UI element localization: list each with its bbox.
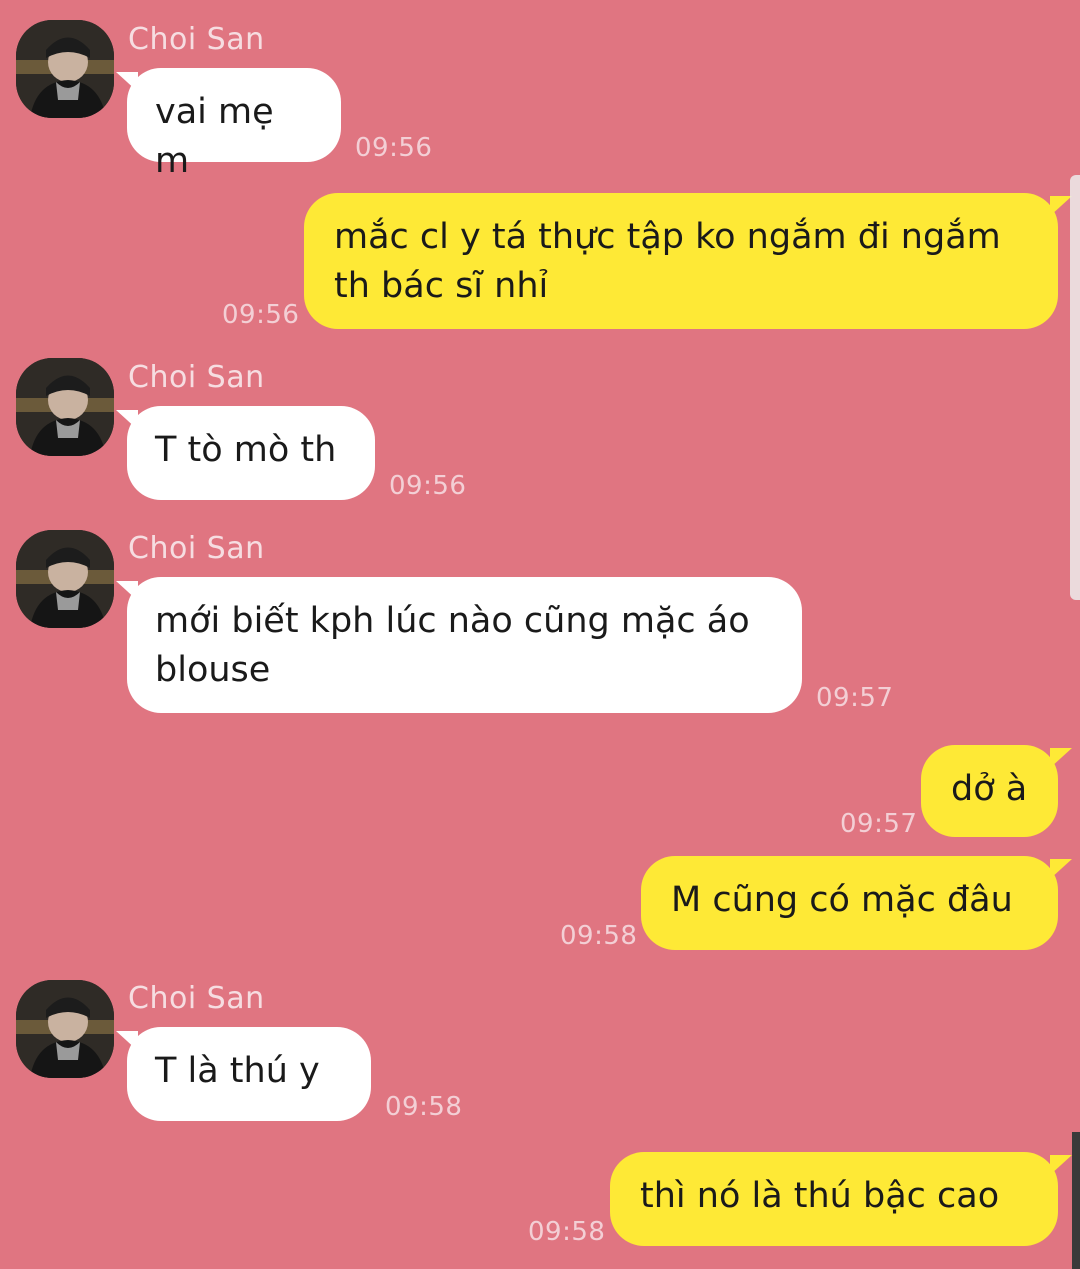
bubble-tail xyxy=(1050,196,1072,216)
avatar-photo-icon xyxy=(16,530,114,628)
message-bubble-incoming[interactable]: T là thú y xyxy=(127,1027,371,1121)
message-bubble-incoming[interactable]: mới biết kph lúc nào cũng mặc áo blouse xyxy=(127,577,802,713)
sender-name: Choi San xyxy=(128,22,265,57)
scrollbar[interactable] xyxy=(1070,175,1080,600)
message-bubble-outgoing[interactable]: dở à xyxy=(921,745,1058,837)
screen-edge xyxy=(1072,1132,1080,1269)
sender-name: Choi San xyxy=(128,531,265,566)
message-bubble-incoming[interactable]: vai mẹ m xyxy=(127,68,341,181)
contact-avatar[interactable] xyxy=(16,20,114,118)
avatar-photo-icon xyxy=(16,358,114,456)
bubble-tail xyxy=(1050,1155,1072,1175)
message-timestamp: 09:58 xyxy=(560,921,638,951)
avatar-photo-icon xyxy=(16,980,114,1078)
sender-name: Choi San xyxy=(128,360,265,395)
message-bubble-incoming[interactable]: T tò mò th xyxy=(127,406,375,500)
avatar-photo-icon xyxy=(16,20,114,118)
message-timestamp: 09:58 xyxy=(528,1217,606,1247)
message-timestamp: 09:56 xyxy=(355,133,433,163)
contact-avatar[interactable] xyxy=(16,980,114,1078)
message-bubble-outgoing[interactable]: M cũng có mặc đâu xyxy=(641,856,1058,950)
contact-avatar[interactable] xyxy=(16,530,114,628)
message-timestamp: 09:58 xyxy=(385,1092,463,1122)
sender-name: Choi San xyxy=(128,981,265,1016)
bubble-tail xyxy=(1050,859,1072,879)
message-timestamp: 09:56 xyxy=(389,471,467,501)
message-bubble-outgoing[interactable]: mắc cl y tá thực tập ko ngắm đi ngắm th … xyxy=(304,193,1058,329)
message-bubble-outgoing[interactable]: thì nó là thú bậc cao xyxy=(610,1152,1058,1246)
bubble-tail xyxy=(1050,748,1072,768)
chat-thread[interactable]: Choi San vai mẹ m 09:56 mắc cl y tá thực… xyxy=(0,0,1080,1269)
message-timestamp: 09:57 xyxy=(840,809,918,839)
message-timestamp: 09:56 xyxy=(222,300,300,330)
message-timestamp: 09:57 xyxy=(816,683,894,713)
contact-avatar[interactable] xyxy=(16,358,114,456)
